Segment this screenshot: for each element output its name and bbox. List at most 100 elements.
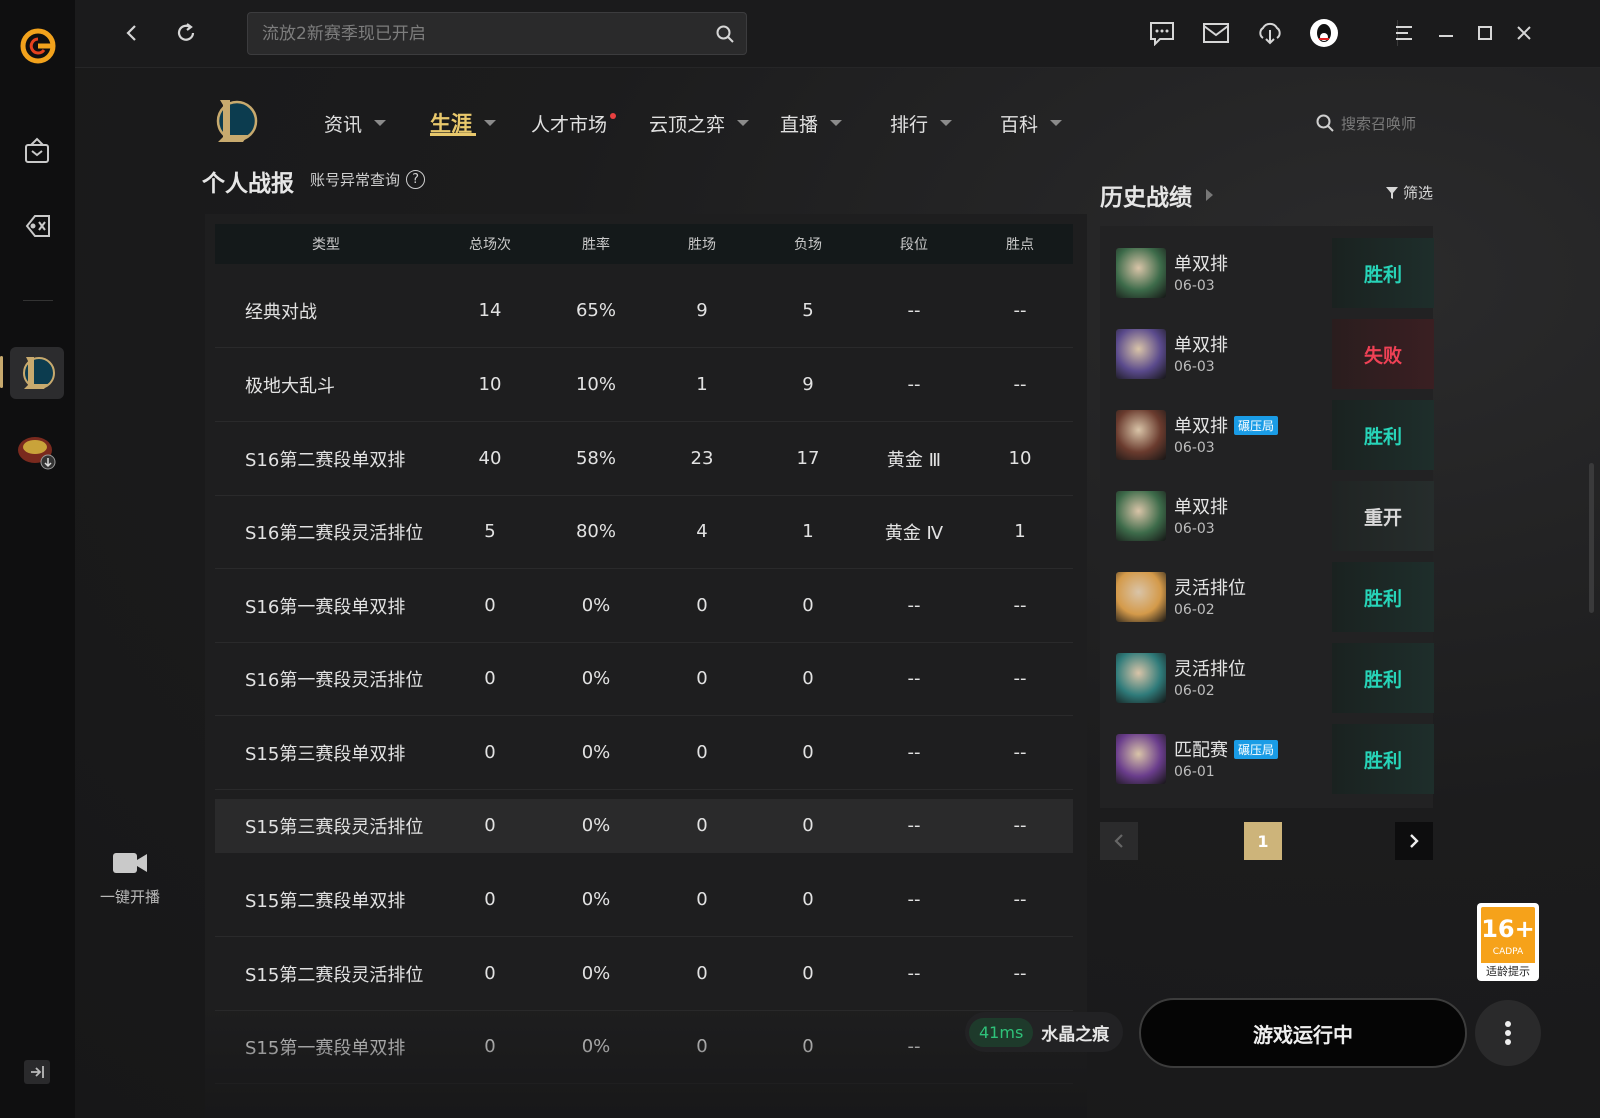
search-icon [1316, 114, 1334, 132]
col-lp: 胜点 [1006, 237, 1034, 253]
table-cell: -- [1013, 374, 1027, 395]
table-cell: 0 [484, 742, 496, 763]
nav-news[interactable]: 资讯 [324, 108, 387, 138]
table-row[interactable]: S15第二赛段单双排 0 0% 0 0 -- -- [215, 863, 1073, 937]
table-row[interactable]: S16第一赛段灵活排位 0 0% 0 0 -- -- [215, 642, 1073, 716]
table-cell: -- [1013, 742, 1027, 763]
match-history-label: 历史战绩 [1100, 185, 1192, 211]
prev-page-button[interactable] [1100, 822, 1138, 860]
table-cell: -- [907, 815, 921, 836]
download-game-icon[interactable] [15, 432, 59, 472]
nav-wiki[interactable]: 百科 [1000, 108, 1063, 138]
global-search-input[interactable] [262, 13, 702, 54]
chevron-down-icon [484, 120, 496, 126]
download-manager-icon[interactable] [1255, 18, 1285, 48]
mail-icon[interactable] [1201, 18, 1231, 48]
table-cell: 经典对战 [245, 301, 317, 323]
table-cell: 9 [696, 300, 708, 321]
table-row[interactable]: S15第二赛段灵活排位 0 0% 0 0 -- -- [215, 937, 1073, 1011]
menu-icon[interactable] [1389, 18, 1419, 48]
table-cell: 1 [1014, 521, 1026, 542]
match-mode: 灵活排位 [1174, 655, 1246, 681]
table-cell: -- [1013, 595, 1027, 616]
search-icon[interactable] [714, 23, 736, 45]
table-cell: 0 [802, 742, 814, 763]
match-date: 06-03 [1174, 359, 1215, 375]
match-result: 胜利 [1332, 643, 1434, 713]
more-options-button[interactable] [1475, 1000, 1541, 1066]
maximize-icon[interactable] [1470, 18, 1500, 48]
match-date: 06-02 [1174, 683, 1215, 699]
table-row[interactable]: 经典对战 14 65% 9 5 -- -- [215, 274, 1073, 348]
minimize-icon[interactable] [1431, 18, 1461, 48]
scrollbar[interactable] [1589, 463, 1594, 613]
match-item[interactable]: 匹配赛 碾压局 06-01 胜利 [1116, 724, 1434, 794]
age-rating-badge: 16+ CADPA 适龄提示 [1477, 903, 1539, 981]
nav-talent-market[interactable]: 人才市场 [531, 108, 617, 138]
match-mode: 单双排 [1174, 331, 1228, 357]
lol-game-icon[interactable] [10, 347, 64, 399]
age-rating-org: CADPA [1492, 947, 1524, 957]
nav-live[interactable]: 直播 [780, 108, 843, 138]
table-row[interactable]: S16第一赛段单双排 0 0% 0 0 -- -- [215, 569, 1073, 643]
more-vertical-icon [1505, 1021, 1511, 1045]
table-cell: S16第一赛段灵活排位 [245, 669, 424, 691]
collapse-rail-icon[interactable] [24, 1060, 50, 1084]
store-icon[interactable] [17, 131, 57, 171]
video-camera-icon [113, 853, 147, 873]
table-row[interactable]: S16第二赛段单双排 40 58% 23 17 黄金 Ⅲ 10 [215, 422, 1073, 496]
chevron-down-icon [830, 120, 843, 126]
table-cell: 58% [575, 448, 616, 469]
stomp-badge: 碾压局 [1234, 415, 1279, 435]
table-cell: 1 [696, 374, 708, 395]
table-cell: 0% [581, 1036, 611, 1057]
help-icon[interactable]: ? [406, 170, 426, 189]
match-item[interactable]: 灵活排位 06-02 胜利 [1116, 562, 1434, 632]
next-page-button[interactable] [1395, 822, 1433, 860]
chevron-right-icon [1410, 834, 1419, 848]
table-cell: -- [907, 595, 921, 616]
champion-portrait [1116, 491, 1166, 541]
close-icon[interactable] [1509, 18, 1539, 48]
match-history-title[interactable]: 历史战绩 [1100, 178, 1213, 212]
one-click-live-button[interactable]: 一键开播 [85, 850, 175, 920]
match-item[interactable]: 单双排 碾压局 06-03 胜利 [1116, 400, 1434, 470]
page-title: 个人战报 [202, 171, 294, 197]
match-mode-label: 单双排 [1174, 254, 1228, 275]
match-mode: 灵活排位 [1174, 574, 1246, 600]
chevron-down-icon [374, 120, 387, 126]
refresh-icon[interactable] [171, 18, 201, 48]
match-item[interactable]: 单双排 06-03 胜利 [1116, 238, 1434, 308]
match-result: 胜利 [1332, 724, 1434, 794]
table-cell: 黄金 Ⅲ [886, 449, 942, 471]
main-content: 资讯 生涯 人才市场 云顶之弈 直播 排行 百科 搜索召唤师 个人战报 账号异常… [75, 68, 1600, 1118]
table-row[interactable]: S15第三赛段灵活排位 0 0% 0 0 -- -- [215, 799, 1073, 853]
chat-icon[interactable] [1147, 18, 1177, 48]
table-row[interactable]: S15第三赛段单双排 0 0% 0 0 -- -- [215, 716, 1073, 790]
table-cell: -- [907, 1036, 921, 1057]
table-cell: 极地大乱斗 [245, 375, 335, 397]
table-cell: S15第三赛段单双排 [245, 743, 406, 765]
server-status[interactable]: 41ms 水晶之痕 [965, 1012, 1123, 1052]
match-item[interactable]: 单双排 06-03 重开 [1116, 481, 1434, 551]
match-item[interactable]: 单双排 06-03 失败 [1116, 319, 1434, 389]
filter-button[interactable]: 筛选 [1385, 182, 1433, 203]
match-item[interactable]: 灵活排位 06-02 胜利 [1116, 643, 1434, 713]
table-cell: S15第二赛段单双排 [245, 890, 406, 912]
table-row[interactable]: S15第一赛段单双排00%00---- [215, 1010, 1073, 1084]
qq-avatar-icon[interactable] [1309, 18, 1339, 48]
game-running-button[interactable]: 游戏运行中 [1139, 998, 1467, 1068]
lol-logo-icon[interactable] [210, 95, 258, 147]
global-search-box[interactable] [247, 12, 747, 55]
nav-tft[interactable]: 云顶之弈 [649, 108, 750, 138]
app-logo-icon[interactable] [18, 26, 58, 66]
table-row[interactable]: S16第二赛段灵活排位 5 80% 4 1 黄金 Ⅳ 1 [215, 495, 1073, 569]
back-icon[interactable] [117, 18, 147, 48]
coupon-icon[interactable] [17, 206, 57, 246]
page-number-button[interactable]: 1 [1244, 822, 1282, 860]
summoner-search[interactable]: 搜索召唤师 [1315, 112, 1455, 134]
nav-ranking[interactable]: 排行 [890, 108, 953, 138]
table-row[interactable]: 极地大乱斗 10 10% 1 9 -- -- [215, 348, 1073, 422]
table-cell: S16第一赛段单双排 [245, 596, 406, 618]
account-check-link[interactable]: 账号异常查询 ? [310, 169, 426, 190]
